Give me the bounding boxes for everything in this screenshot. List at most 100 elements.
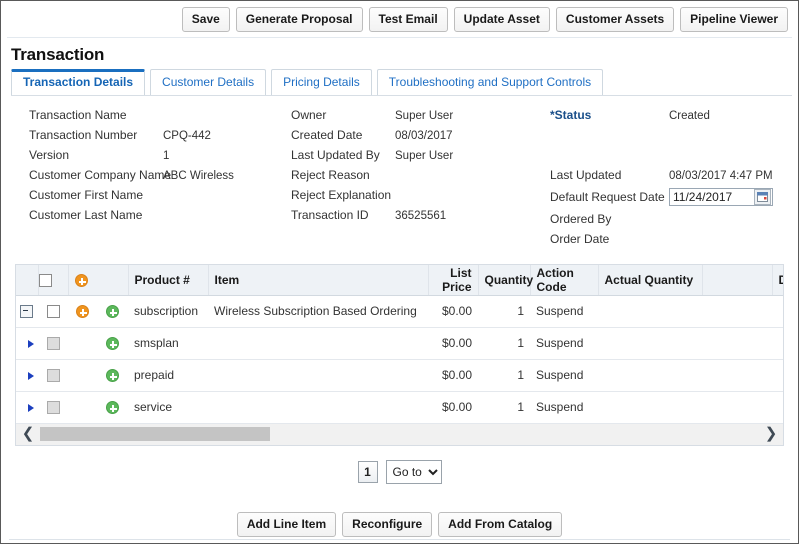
field-owner: Owner Super User [291, 108, 453, 128]
calendar-icon[interactable] [754, 189, 771, 205]
grid-horizontal-scrollbar[interactable]: ❮ ❯ [15, 423, 784, 446]
field-transaction-id: Transaction ID 36525561 [291, 208, 453, 228]
field-transaction-number: Transaction Number CPQ-442 [29, 128, 234, 148]
details-column-middle: Owner Super User Created Date 08/03/2017… [291, 108, 453, 228]
tab-transaction-details[interactable]: Transaction Details [11, 69, 146, 95]
row-select-cell [38, 391, 68, 424]
cell-action-code: Suspend [530, 359, 598, 392]
transaction-window: Save Generate Proposal Test Email Update… [0, 0, 799, 544]
add-circle-orange-icon[interactable] [75, 305, 89, 319]
scrollbar-track[interactable] [40, 427, 759, 441]
grid-action-buttons: Add Line Item Reconfigure Add From Catal… [1, 512, 798, 537]
row-expander[interactable] [16, 327, 38, 360]
goto-page-select[interactable]: Go to [385, 459, 442, 484]
column-header-actual-quantity[interactable]: Actual Quantity [598, 265, 703, 296]
cell-discount [772, 359, 783, 392]
collapse-minus-icon[interactable] [20, 305, 33, 319]
column-header-product[interactable]: Product # [128, 265, 209, 296]
field-value: 08/03/2017 4:47 PM [669, 170, 773, 182]
cell-item [208, 327, 428, 360]
row-add-green-cell[interactable] [96, 359, 128, 392]
add-circle-orange-icon[interactable] [74, 273, 88, 287]
cell-discount [772, 327, 783, 360]
test-email-button[interactable]: Test Email [368, 6, 448, 32]
cell-actual-quantity [598, 359, 702, 392]
select-all-checkbox[interactable] [38, 273, 52, 287]
page-number-1[interactable]: 1 [357, 460, 378, 483]
field-label: Customer Company Name [29, 168, 172, 182]
grid-body: subscription Wireless Subscription Based… [16, 295, 783, 424]
update-asset-button[interactable]: Update Asset [453, 6, 550, 32]
field-label: Reject Reason [291, 168, 370, 182]
column-header-spacer [702, 265, 773, 296]
scrollbar-thumb[interactable] [40, 427, 271, 441]
field-value: Super User [395, 110, 454, 122]
cell-actual-quantity [598, 391, 702, 424]
add-from-catalog-button[interactable]: Add From Catalog [438, 512, 563, 537]
field-reject-explanation: Reject Explanation [291, 188, 453, 208]
add-line-item-button[interactable]: Add Line Item [236, 512, 337, 537]
add-circle-green-icon[interactable] [105, 401, 119, 415]
field-last-updated-by: Last Updated By Super User [291, 148, 453, 168]
field-default-request-date: Default Request Date [550, 188, 773, 212]
row-checkbox [46, 369, 60, 383]
row-expander[interactable] [16, 391, 38, 424]
chevron-left-icon[interactable]: ❮ [16, 424, 40, 444]
expand-triangle-icon[interactable] [28, 339, 34, 348]
cell-product: subscription [128, 295, 208, 328]
table-row[interactable]: service $0.00 1 Suspend [16, 391, 783, 424]
details-column-left: Transaction Name Transaction Number CPQ-… [29, 108, 234, 228]
table-row[interactable]: subscription Wireless Subscription Based… [16, 295, 783, 328]
default-request-date-input[interactable] [670, 190, 751, 204]
cell-list-price: $0.00 [428, 295, 478, 328]
cell-quantity: 1 [478, 295, 530, 328]
row-add-green-cell[interactable] [96, 295, 128, 328]
status-label: *Status [550, 108, 592, 122]
tab-troubleshooting-support-controls[interactable]: Troubleshooting and Support Controls [376, 69, 604, 95]
cell-item [208, 359, 428, 392]
add-circle-green-icon[interactable] [105, 337, 119, 351]
field-label: Order Date [550, 232, 610, 246]
add-column-header [68, 265, 129, 296]
column-header-quantity[interactable]: Quantity [478, 265, 533, 296]
customer-assets-button[interactable]: Customer Assets [555, 6, 675, 32]
row-select-cell [38, 359, 68, 392]
field-label: Version [29, 148, 70, 162]
tab-pricing-details[interactable]: Pricing Details [271, 69, 372, 95]
transaction-details-form: Transaction Name Transaction Number CPQ-… [1, 96, 798, 258]
generate-proposal-button[interactable]: Generate Proposal [235, 6, 363, 32]
expand-triangle-icon[interactable] [28, 403, 34, 412]
table-row[interactable]: prepaid $0.00 1 Suspend [16, 359, 783, 392]
pipeline-viewer-button[interactable]: Pipeline Viewer [680, 6, 788, 32]
table-row[interactable]: smsplan $0.00 1 Suspend [16, 327, 783, 360]
bottom-divider [9, 539, 790, 540]
add-circle-green-icon[interactable] [105, 305, 119, 319]
row-add-green-cell[interactable] [96, 327, 128, 360]
default-request-date-field[interactable] [669, 188, 773, 206]
field-value: 1 [163, 150, 170, 162]
row-add-green-cell[interactable] [96, 391, 128, 424]
expand-triangle-icon[interactable] [28, 371, 34, 380]
status-value: Created [669, 110, 710, 122]
row-add-orange-cell [68, 327, 96, 360]
column-header-list-price[interactable]: List Price [428, 265, 479, 296]
add-circle-green-icon[interactable] [105, 369, 119, 383]
grid-header-row: Product # Item List Price Quantity Actio… [16, 265, 783, 296]
cell-quantity: 1 [478, 391, 530, 424]
reconfigure-button[interactable]: Reconfigure [342, 512, 433, 537]
field-label: Ordered By [550, 212, 612, 226]
cell-product: service [128, 391, 208, 424]
row-add-orange-cell[interactable] [68, 295, 96, 328]
chevron-right-icon[interactable]: ❯ [759, 424, 783, 444]
column-header-action-code[interactable]: Action Code [530, 265, 599, 296]
column-header-item[interactable]: Item [208, 265, 429, 296]
column-header-discount[interactable]: Discount [772, 265, 783, 296]
row-select-cell[interactable] [38, 295, 68, 328]
grid-pagination: 1 Go to [1, 446, 798, 484]
tab-customer-details[interactable]: Customer Details [150, 69, 267, 95]
row-expander[interactable] [16, 295, 38, 328]
row-checkbox[interactable] [46, 305, 60, 319]
cell-quantity: 1 [478, 327, 530, 360]
save-button[interactable]: Save [181, 6, 230, 32]
row-expander[interactable] [16, 359, 38, 392]
